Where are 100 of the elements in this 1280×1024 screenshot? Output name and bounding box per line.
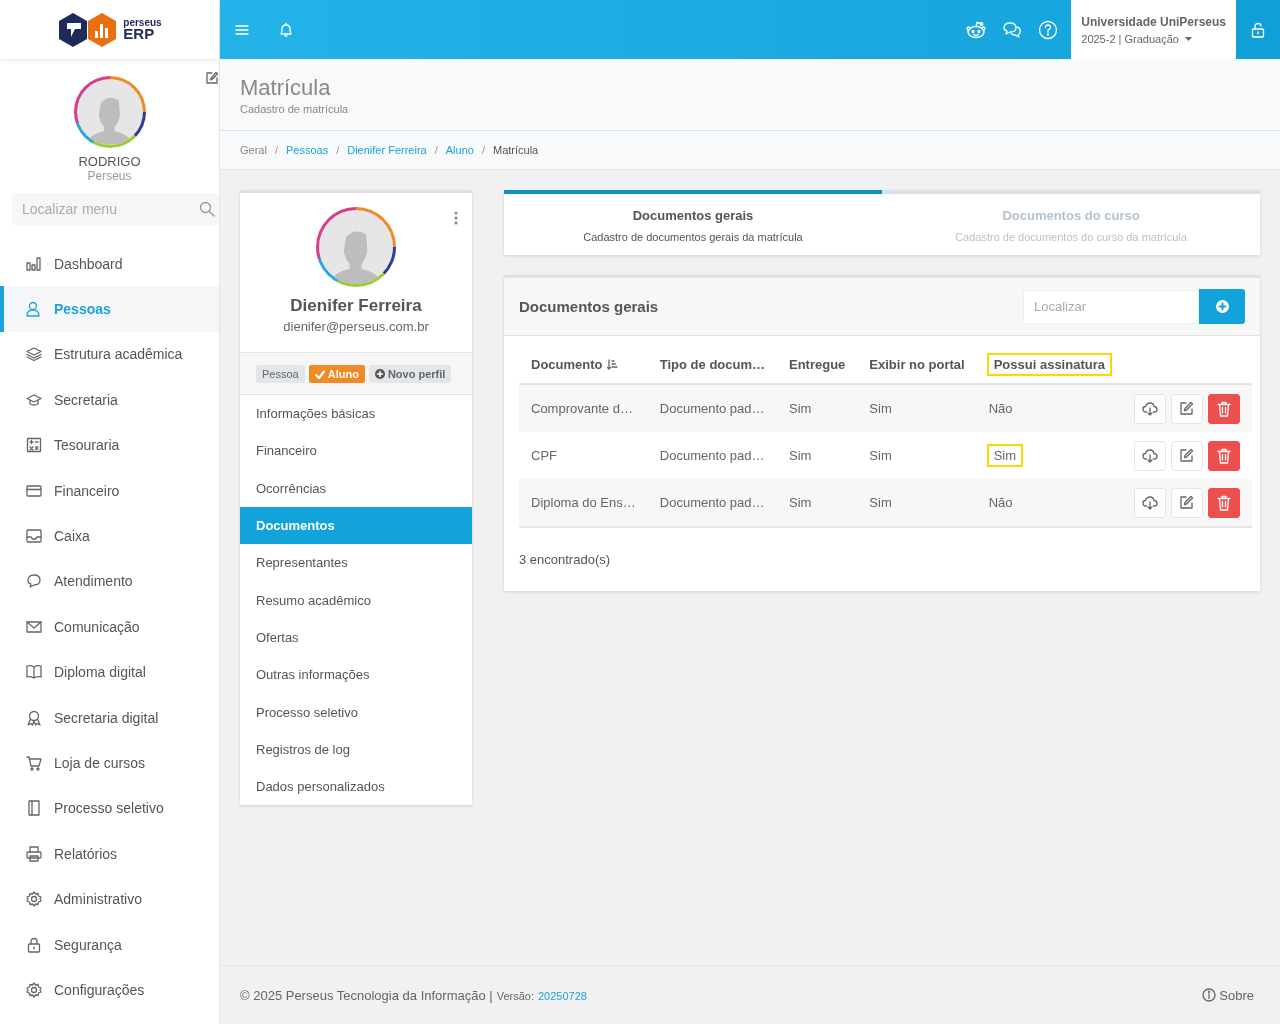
- table-cell-text: Não: [988, 494, 1013, 512]
- layers-icon: [26, 346, 42, 363]
- table-cell-text: Sim: [789, 400, 812, 418]
- menu-search-field[interactable]: Localizar menu: [12, 193, 219, 225]
- table-cell: Sim: [988, 446, 1022, 465]
- add-profile-button[interactable]: Novo perfil: [368, 365, 452, 383]
- shopping-cart-icon: [26, 755, 42, 771]
- sidebar-item[interactable]: Administrativo: [0, 876, 219, 922]
- add-button[interactable]: [1199, 289, 1245, 324]
- person-menu-item[interactable]: Ofertas: [240, 618, 472, 657]
- sidebar-item[interactable]: Secretaria digital: [0, 694, 219, 741]
- lock-icon: [1251, 21, 1265, 38]
- person-menu-item[interactable]: Resumo acadêmico: [240, 581, 472, 619]
- breadcrumb-separator: /: [481, 144, 485, 156]
- printer-icon: [26, 845, 42, 862]
- table-cell-text: Documento pad…: [659, 400, 765, 418]
- person-menu-item[interactable]: Financeiro: [240, 432, 472, 470]
- trash-icon: [1216, 447, 1231, 464]
- page-subtitle: Cadastro de matrícula: [240, 103, 350, 115]
- edit-button[interactable]: [1170, 487, 1203, 518]
- user-name: RODRIGO: [78, 154, 141, 169]
- search-icon: [199, 201, 215, 217]
- edit-button[interactable]: [1170, 440, 1203, 471]
- plus-circle-icon: [374, 369, 385, 379]
- logo-text: ERP: [123, 27, 155, 41]
- bar-chart-icon: [26, 255, 42, 272]
- sidebar-item[interactable]: Segurança: [0, 921, 219, 968]
- breadcrumb-item: Geral: [240, 144, 267, 156]
- edit-icon[interactable]: [205, 71, 219, 85]
- cloud-download-icon: [1141, 401, 1158, 416]
- person-menu-item[interactable]: Representantes: [240, 544, 472, 582]
- lock-button[interactable]: [1236, 0, 1280, 59]
- person-menu-item[interactable]: Dados personalizados: [240, 767, 472, 806]
- breadcrumb-item: Matrícula: [492, 144, 539, 156]
- person-menu-item[interactable]: Ocorrências: [240, 469, 472, 507]
- search-field[interactable]: Localizar: [1023, 289, 1199, 324]
- table-cell-text: Sim: [789, 494, 812, 512]
- user-organization: Perseus: [87, 169, 132, 183]
- card-title: Documentos gerais: [519, 298, 660, 315]
- sidebar-item[interactable]: Processo seletivo: [0, 785, 219, 832]
- edit-button[interactable]: [1170, 393, 1203, 424]
- person-menu-item[interactable]: Outras informações: [240, 656, 472, 694]
- envelope-icon: [26, 618, 42, 635]
- column-header: Tipo de docum…: [659, 355, 765, 374]
- sidebar-item[interactable]: Secretaria: [0, 377, 219, 423]
- person-menu-item[interactable]: Processo seletivo: [240, 693, 472, 731]
- edit-icon: [1179, 448, 1195, 463]
- sidebar-item[interactable]: Financeiro: [0, 467, 219, 514]
- tab[interactable]: Documentos gerais Cadastro de documentos gerais da matrícula: [504, 190, 882, 255]
- edit-icon: [1179, 401, 1195, 416]
- table-cell-text: Comprovante d…: [531, 400, 633, 418]
- copyright-text: © 2025 Perseus Tecnologia da Informação |: [240, 987, 493, 1003]
- sidebar-item[interactable]: Relatórios: [0, 831, 219, 877]
- delete-button[interactable]: [1207, 393, 1240, 424]
- table-cell-text: Sim: [869, 447, 892, 465]
- sidebar-item[interactable]: Atendimento: [0, 558, 219, 605]
- sidebar-item[interactable]: Comunicação: [0, 604, 219, 650]
- sidebar-item[interactable]: Diploma digital: [0, 649, 219, 695]
- book-icon: [26, 664, 42, 681]
- table-cell-text: Sim: [869, 400, 892, 418]
- download-button[interactable]: [1133, 440, 1166, 471]
- gear-icon: [26, 981, 42, 998]
- delete-button[interactable]: [1207, 440, 1240, 471]
- column-header: Possui assinatura: [988, 354, 1110, 374]
- lock-icon: [26, 936, 42, 953]
- robot-face-icon: [966, 20, 987, 39]
- column-header: Entregue: [789, 355, 846, 374]
- sort-icon: [606, 358, 618, 370]
- person-menu-item[interactable]: Informações básicas: [240, 395, 472, 433]
- sidebar-item[interactable]: Dashboard: [0, 241, 219, 287]
- more-options-icon[interactable]: [454, 211, 458, 225]
- delete-button[interactable]: [1207, 487, 1240, 518]
- sidebar-item[interactable]: Caixa: [0, 513, 219, 559]
- sidebar-item[interactable]: Estrutura acadêmica: [0, 331, 219, 378]
- table-cell-text: Documento pad…: [659, 447, 765, 465]
- trash-icon: [1216, 400, 1231, 417]
- column-header[interactable]: Documento: [531, 354, 618, 374]
- about-link[interactable]: Sobre: [1202, 987, 1254, 1003]
- institution-selector[interactable]: Universidade UniPerseus 2025-2 | Graduação: [1071, 0, 1236, 59]
- plus-circle-icon: [1215, 300, 1229, 313]
- caret-down-icon: [1184, 36, 1192, 41]
- breadcrumb-separator: /: [274, 144, 278, 156]
- sidebar-item[interactable]: Tesouraria: [0, 422, 219, 468]
- table-cell-text: CPF: [531, 447, 557, 465]
- users-icon: [26, 301, 42, 318]
- breadcrumb-separator: /: [336, 144, 340, 156]
- table-cell-text: Sim: [869, 494, 892, 512]
- check-icon: [314, 369, 325, 379]
- info-icon: [1202, 988, 1217, 1002]
- award-icon: [26, 709, 42, 726]
- person-menu-item[interactable]: Registros de log: [240, 730, 472, 768]
- help-icon: [1038, 19, 1059, 40]
- table-cell-text: Sim: [789, 447, 812, 465]
- gear-icon: [26, 891, 42, 908]
- download-button[interactable]: [1133, 393, 1166, 424]
- download-button[interactable]: [1133, 487, 1166, 518]
- sidebar-item[interactable]: Configurações: [0, 967, 219, 1013]
- version-label: Versão:: [496, 989, 534, 1002]
- result-count: 3 encontrado(s): [519, 552, 612, 567]
- sidebar-item[interactable]: Loja de cursos: [0, 740, 219, 786]
